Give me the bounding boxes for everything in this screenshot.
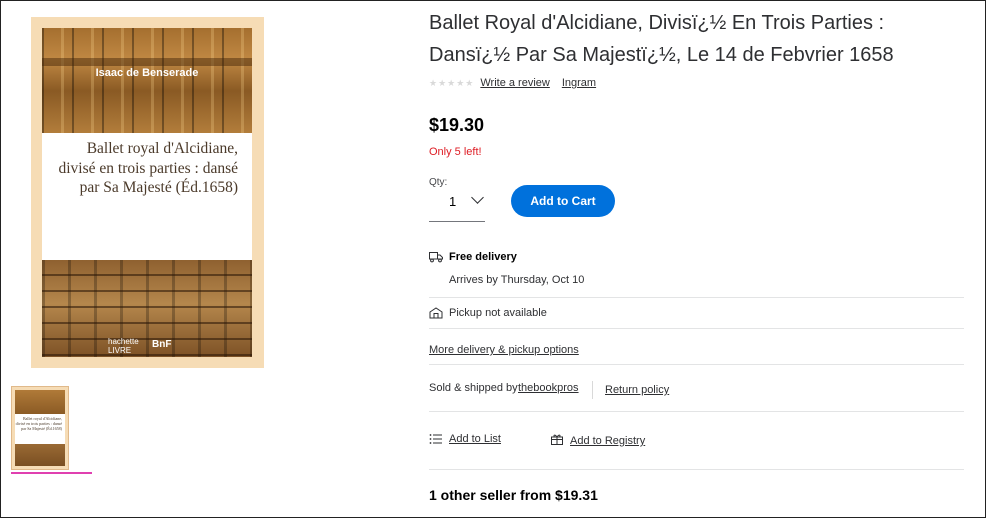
more-delivery-options-link[interactable]: More delivery & pickup options [429, 344, 579, 356]
rating-row: ★★★★★ Write a review Ingram [429, 77, 608, 89]
cover-title-line: divisé en trois parties : dansé [58, 159, 239, 177]
product-image[interactable]: Isaac de Benserade Ballet royal d'Alcidi… [31, 17, 264, 368]
other-sellers-heading: 1 other seller from $19.31 [429, 487, 598, 503]
rating-stars: ★★★★★ [429, 77, 475, 88]
cover-title-box: Ballet royal d'Alcidiane, divisé en troi… [42, 133, 252, 260]
cover-title-line: par Sa Majesté (Éd.1658) [79, 179, 238, 196]
price: $19.30 [429, 115, 485, 135]
delivery-date: Arrives by Thursday, Oct 10 [449, 274, 585, 286]
gift-icon [551, 434, 563, 445]
pickup-status: Pickup not available [449, 307, 547, 319]
cover-title-line: Ballet royal d'Alcidiane, [86, 140, 238, 157]
thumbnail-title: Ballet royal d'Alcidiane, divisé en troi… [15, 414, 65, 444]
add-to-registry-link[interactable]: Add to Registry [570, 435, 645, 447]
stock-warning: Only 5 left! [429, 146, 482, 158]
add-to-cart-button[interactable]: Add to Cart [511, 185, 615, 217]
truck-icon [429, 252, 443, 263]
delivery-title: Free delivery [449, 251, 517, 263]
vertical-divider [592, 381, 593, 399]
publisher-logo: hachette LIVRE [108, 337, 139, 355]
divider [429, 469, 964, 470]
sold-by-label: Sold & shipped by [429, 382, 518, 394]
add-to-list-link[interactable]: Add to List [449, 433, 501, 445]
qty-label: Qty: [429, 177, 448, 188]
thumbnail-cover: Ballet royal d'Alcidiane, divisé en troi… [15, 390, 65, 466]
divider [429, 411, 964, 412]
thumbnail-title-line: par Sa Majesté (Éd.1658) [21, 426, 62, 431]
seller-link[interactable]: thebookpros [518, 382, 579, 394]
return-policy-link[interactable]: Return policy [605, 384, 669, 396]
list-icon [429, 434, 442, 444]
store-icon [429, 307, 443, 319]
cover-bookshelf-bottom [42, 260, 252, 357]
product-title: Ballet Royal d'Alcidiane, Divisï¿½ En Tr… [429, 12, 894, 66]
bnf-logo: BnF [152, 339, 172, 350]
thumbnail-bottom [15, 444, 65, 466]
thumbnail-top [15, 390, 65, 414]
divider [429, 328, 964, 329]
divider [429, 364, 964, 365]
quantity-select[interactable]: 1 [429, 189, 485, 222]
thumbnail-selected-indicator [11, 472, 92, 474]
qty-value: 1 [449, 194, 457, 209]
chevron-down-icon [471, 191, 484, 204]
product-page: Isaac de Benserade Ballet royal d'Alcidi… [0, 0, 986, 518]
book-cover: Isaac de Benserade Ballet royal d'Alcidi… [42, 28, 252, 357]
divider [429, 297, 964, 298]
brand-link[interactable]: Ingram [562, 77, 596, 89]
write-review-link[interactable]: Write a review [480, 77, 549, 89]
cover-title: Ballet royal d'Alcidiane, divisé en troi… [58, 139, 239, 198]
cover-author: Isaac de Benserade [95, 67, 199, 79]
image-thumbnail[interactable]: Ballet royal d'Alcidiane, divisé en troi… [11, 386, 69, 470]
